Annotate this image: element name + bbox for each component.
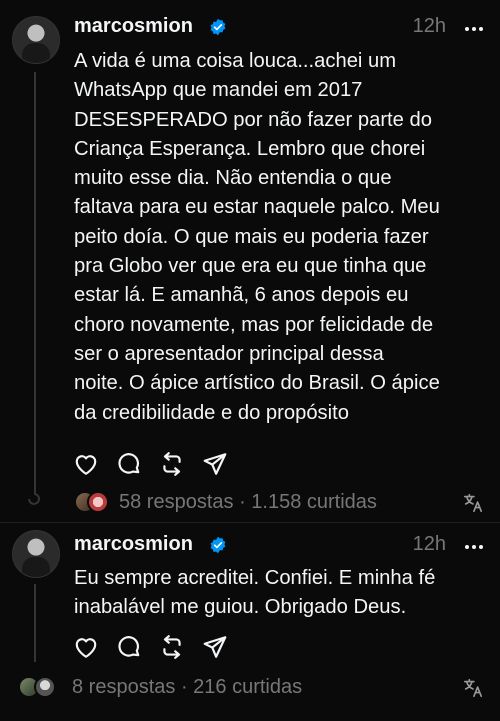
repost-icon[interactable] (159, 451, 185, 477)
thread-loop-icon (28, 488, 40, 505)
send-icon[interactable] (202, 634, 228, 660)
post-stats[interactable]: 58 respostas · 1.158 curtidas (119, 491, 377, 514)
heart-icon[interactable] (73, 634, 99, 660)
repost-icon[interactable] (159, 634, 185, 660)
heart-icon[interactable] (73, 451, 99, 477)
username[interactable]: marcosmion (74, 533, 193, 556)
comment-icon[interactable] (116, 451, 142, 477)
post-text: A vida é uma coisa louca...achei um What… (74, 50, 440, 424)
verified-badge-icon (210, 18, 226, 36)
comment-icon[interactable] (116, 634, 142, 660)
more-icon[interactable] (464, 19, 484, 39)
timestamp: 12h (412, 15, 446, 37)
send-icon[interactable] (202, 451, 228, 477)
replier-avatar (87, 491, 109, 513)
divider (0, 522, 500, 523)
thread-line (34, 584, 36, 662)
avatar[interactable] (12, 530, 60, 578)
more-icon[interactable] (464, 537, 484, 557)
verified-badge-icon (210, 536, 226, 554)
timestamp: 12h (412, 533, 446, 555)
username[interactable]: marcosmion (74, 15, 193, 38)
post-stats[interactable]: 8 respostas · 216 curtidas (72, 676, 302, 699)
translate-icon[interactable] (462, 492, 484, 514)
translate-icon[interactable] (462, 677, 484, 699)
thread-line (34, 72, 36, 490)
replier-avatar (34, 676, 56, 698)
post-text: Eu sempre acreditei. Confiei. E minha fé… (74, 567, 436, 619)
avatar[interactable] (12, 16, 60, 64)
